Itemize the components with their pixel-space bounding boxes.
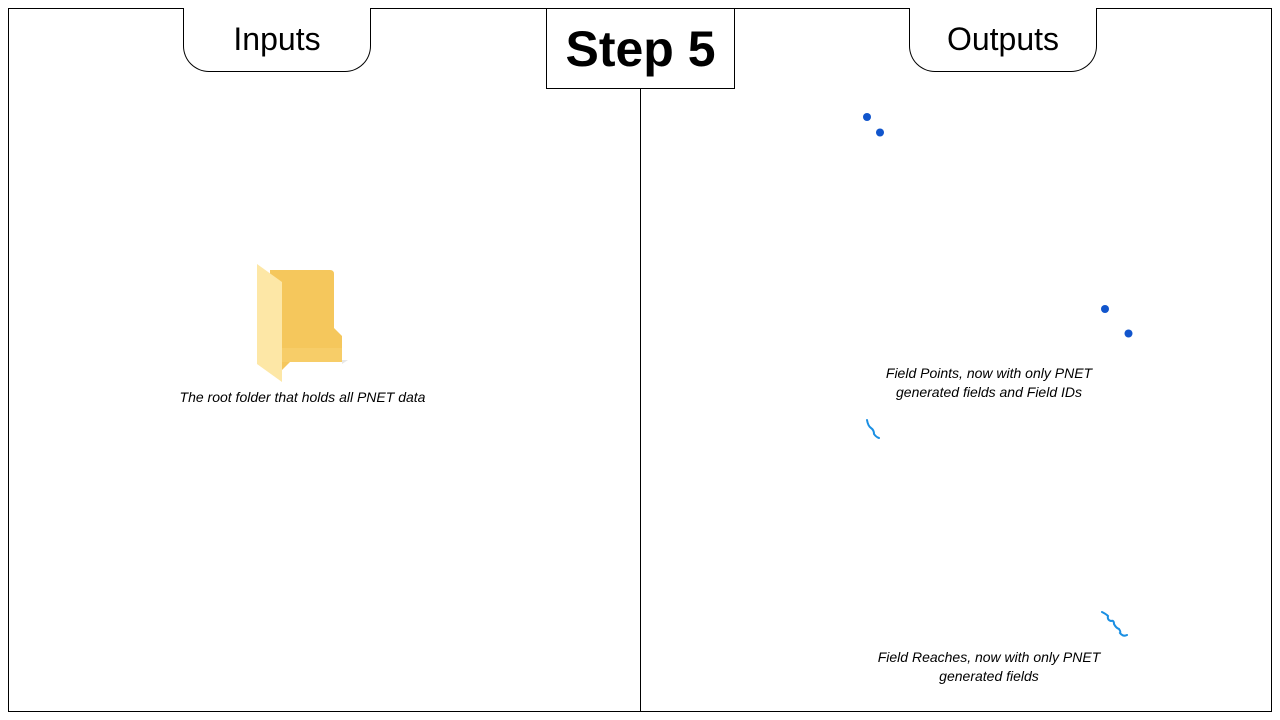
field-points-caption-line1: Field Points, now with only PNET xyxy=(885,365,1093,381)
point-features-icon xyxy=(858,108,892,142)
folder-caption-text: The root folder that holds all PNET data xyxy=(179,389,426,405)
line-features-icon xyxy=(1098,606,1130,640)
point-features-icon xyxy=(1094,300,1136,342)
inputs-tab: Inputs xyxy=(183,8,371,72)
inputs-tab-label: Inputs xyxy=(233,21,321,57)
outputs-tab-label: Outputs xyxy=(946,21,1060,57)
field-points-caption-line2: generated fields and Field IDs xyxy=(896,384,1082,400)
outputs-tab: Outputs xyxy=(909,8,1097,72)
field-points-caption: Field Points, now with only PNET generat… xyxy=(864,364,1114,402)
step-title: Step 5 xyxy=(546,8,735,89)
line-features-icon xyxy=(862,416,884,442)
step-title-label: Step 5 xyxy=(565,20,716,77)
field-reaches-caption-line2: generated fields xyxy=(939,668,1039,684)
folder-icon xyxy=(252,262,348,384)
field-reaches-caption-line1: Field Reaches, now with only PNET xyxy=(877,649,1101,665)
folder-caption: The root folder that holds all PNET data xyxy=(150,388,455,407)
field-reaches-caption: Field Reaches, now with only PNET genera… xyxy=(864,648,1114,686)
center-divider xyxy=(640,88,641,712)
